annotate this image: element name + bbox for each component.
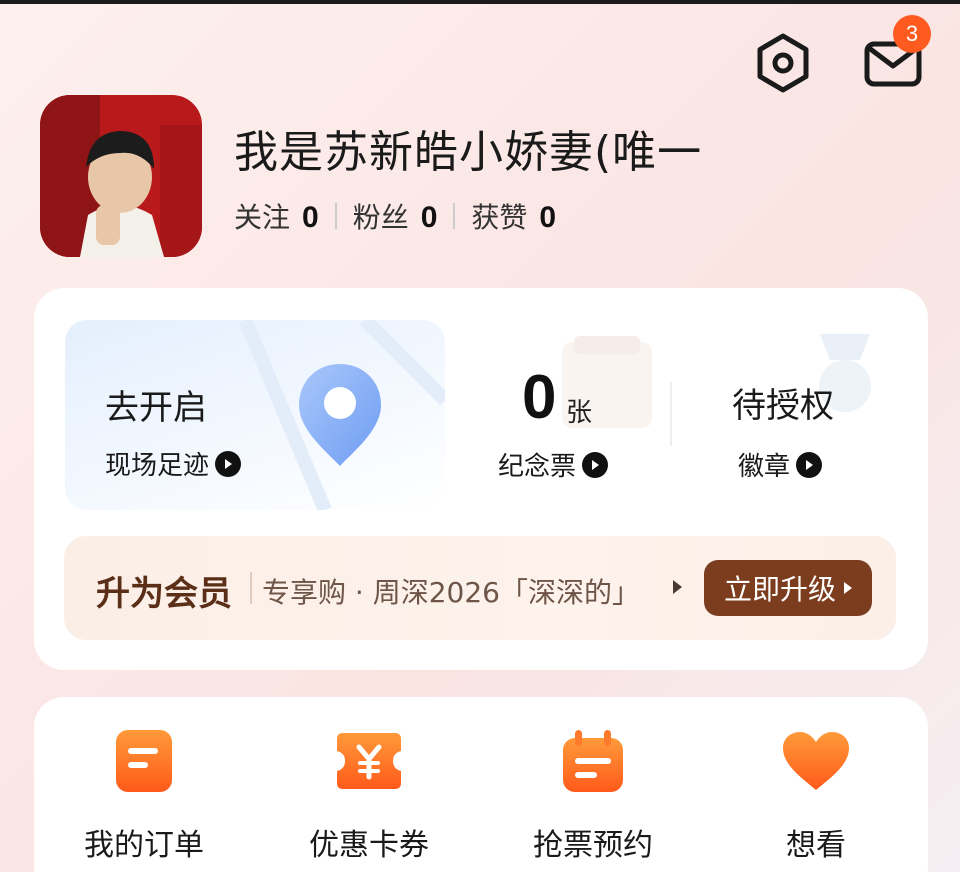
arrow-right-icon — [796, 451, 823, 478]
coupon-icon — [334, 726, 404, 796]
quick-action-orders[interactable]: 我的订单 — [44, 726, 244, 864]
triangle-right-icon — [673, 580, 682, 594]
settings-icon — [757, 33, 809, 93]
calendar-icon — [558, 726, 628, 796]
membership-description: 专享购 · 周深2026「深深的」 — [262, 576, 640, 609]
stat-value: 0 — [302, 201, 319, 234]
notification-badge: 3 — [893, 15, 931, 53]
settings-button[interactable] — [752, 32, 814, 94]
upgrade-button[interactable]: 立即升级 — [704, 560, 872, 616]
heart-icon — [781, 726, 851, 796]
stat-label: 粉丝 — [352, 201, 409, 234]
badges-link[interactable]: 徽章 — [738, 446, 823, 483]
quick-action-wishlist[interactable]: 想看 — [716, 726, 916, 864]
user-name[interactable]: 我是苏新皓小娇妻(唯一 — [234, 116, 702, 180]
order-icon — [109, 726, 179, 796]
avatar[interactable] — [40, 95, 202, 257]
tickets-link[interactable]: 纪念票 — [498, 446, 609, 483]
membership-title: 升为会员 — [96, 574, 232, 614]
ticket-count[interactable]: 0 — [522, 362, 556, 433]
stat-value: 0 — [420, 201, 438, 234]
quick-action-label: 我的订单 — [84, 828, 204, 863]
footprint-link[interactable]: 现场足迹 — [105, 445, 242, 482]
footprint-label: 现场足迹 — [105, 451, 210, 481]
stat-following[interactable]: 关注 0 — [234, 196, 319, 236]
stat-label: 关注 — [234, 201, 291, 234]
profile-stats: 关注 0 粉丝 0 获赞 0 — [234, 196, 556, 236]
divider — [334, 203, 337, 229]
stat-value: 0 — [539, 201, 557, 234]
divider — [250, 572, 252, 604]
upgrade-label: 立即升级 — [723, 573, 836, 606]
quick-action-coupons[interactable]: 优惠卡券 — [269, 726, 469, 864]
stat-likes[interactable]: 获赞 0 — [471, 196, 556, 236]
arrow-right-icon — [215, 450, 242, 477]
footprint-title: 去开启 — [105, 388, 207, 428]
stat-followers[interactable]: 粉丝 0 — [353, 196, 438, 236]
arrow-right-icon — [582, 451, 609, 478]
status-strip — [0, 0, 960, 4]
divider — [670, 382, 672, 446]
quick-action-presale[interactable]: 抢票预约 — [493, 726, 693, 864]
stat-label: 获赞 — [471, 201, 528, 234]
badge-status[interactable]: 待授权 — [732, 378, 834, 427]
quick-action-label: 抢票预约 — [533, 828, 653, 863]
quick-action-label: 优惠卡券 — [309, 828, 429, 863]
triangle-right-icon — [844, 582, 852, 594]
badges-label: 徽章 — [738, 452, 791, 482]
tickets-label: 纪念票 — [498, 452, 577, 482]
ticket-unit: 张 — [566, 398, 593, 428]
quick-action-label: 想看 — [786, 828, 846, 863]
location-pin-icon — [299, 364, 381, 466]
divider — [453, 203, 456, 229]
footprint-tile[interactable]: 去开启 现场足迹 — [65, 320, 445, 510]
